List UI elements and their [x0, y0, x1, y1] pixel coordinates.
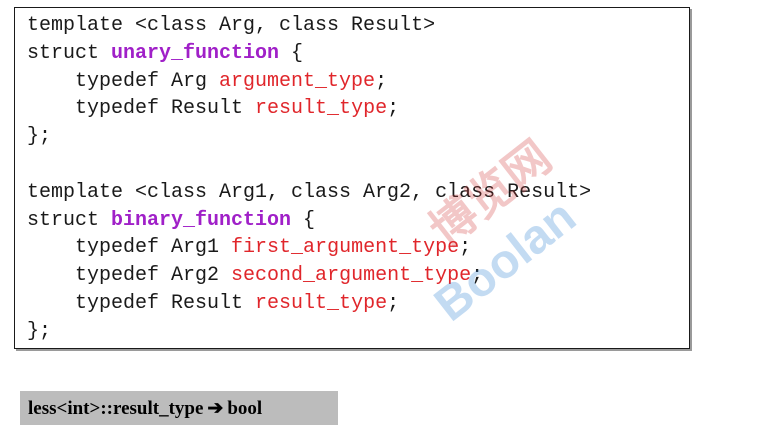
code-line: struct binary_function {	[27, 207, 591, 235]
code-text: ;	[375, 69, 388, 93]
code-line: };	[27, 318, 591, 346]
code-text: ;	[459, 236, 472, 260]
code-text: template <class Arg, class Result>	[27, 14, 436, 37]
code-text: struct	[27, 208, 112, 232]
code-line: typedef Arg2 second_argument_type;	[27, 262, 591, 290]
note-expression: less<int>::result_type	[28, 398, 204, 419]
code-text: ;	[387, 97, 400, 121]
code-line: typedef Arg1 first_argument_type;	[27, 234, 591, 262]
code-line: typedef Result result_type;	[27, 290, 591, 318]
code-text: {	[279, 41, 304, 65]
code-line: struct unary_function {	[27, 40, 591, 68]
code-listing: template <class Arg, class Result> struct…	[27, 12, 591, 346]
code-line: template <class Arg1, class Arg2, class …	[27, 179, 591, 207]
code-text: ;	[471, 264, 484, 288]
code-text: {	[291, 208, 316, 232]
typedef-name: result_type	[255, 97, 388, 121]
code-text: typedef Result	[27, 291, 256, 315]
result-type-note: less<int>::result_type ➔ bool	[20, 391, 338, 425]
code-text: ;	[387, 291, 400, 315]
struct-name: unary_function	[111, 41, 280, 65]
typedef-name: argument_type	[219, 69, 376, 93]
typedef-name: result_type	[255, 291, 388, 315]
code-text: typedef Arg	[27, 69, 220, 93]
code-text: };	[27, 125, 52, 149]
code-text: typedef Arg2	[27, 264, 232, 288]
code-line: };	[27, 123, 591, 151]
code-text: };	[27, 319, 52, 343]
code-line: typedef Arg argument_type;	[27, 68, 591, 96]
code-line: typedef Result result_type;	[27, 95, 591, 123]
code-text: typedef Result	[27, 97, 256, 121]
typedef-name: first_argument_type	[231, 236, 460, 260]
typedef-name: second_argument_type	[231, 264, 472, 288]
right-arrow-icon: ➔	[207, 398, 224, 419]
code-block: template <class Arg, class Result> struct…	[14, 7, 690, 349]
code-text: template <class Arg1, class Arg2, class …	[27, 180, 592, 204]
code-text: struct	[27, 41, 112, 65]
struct-name: binary_function	[111, 208, 292, 232]
note-result: bool	[227, 398, 263, 419]
code-text: typedef Arg1	[27, 236, 232, 260]
code-line: template <class Arg, class Result>	[27, 12, 591, 40]
